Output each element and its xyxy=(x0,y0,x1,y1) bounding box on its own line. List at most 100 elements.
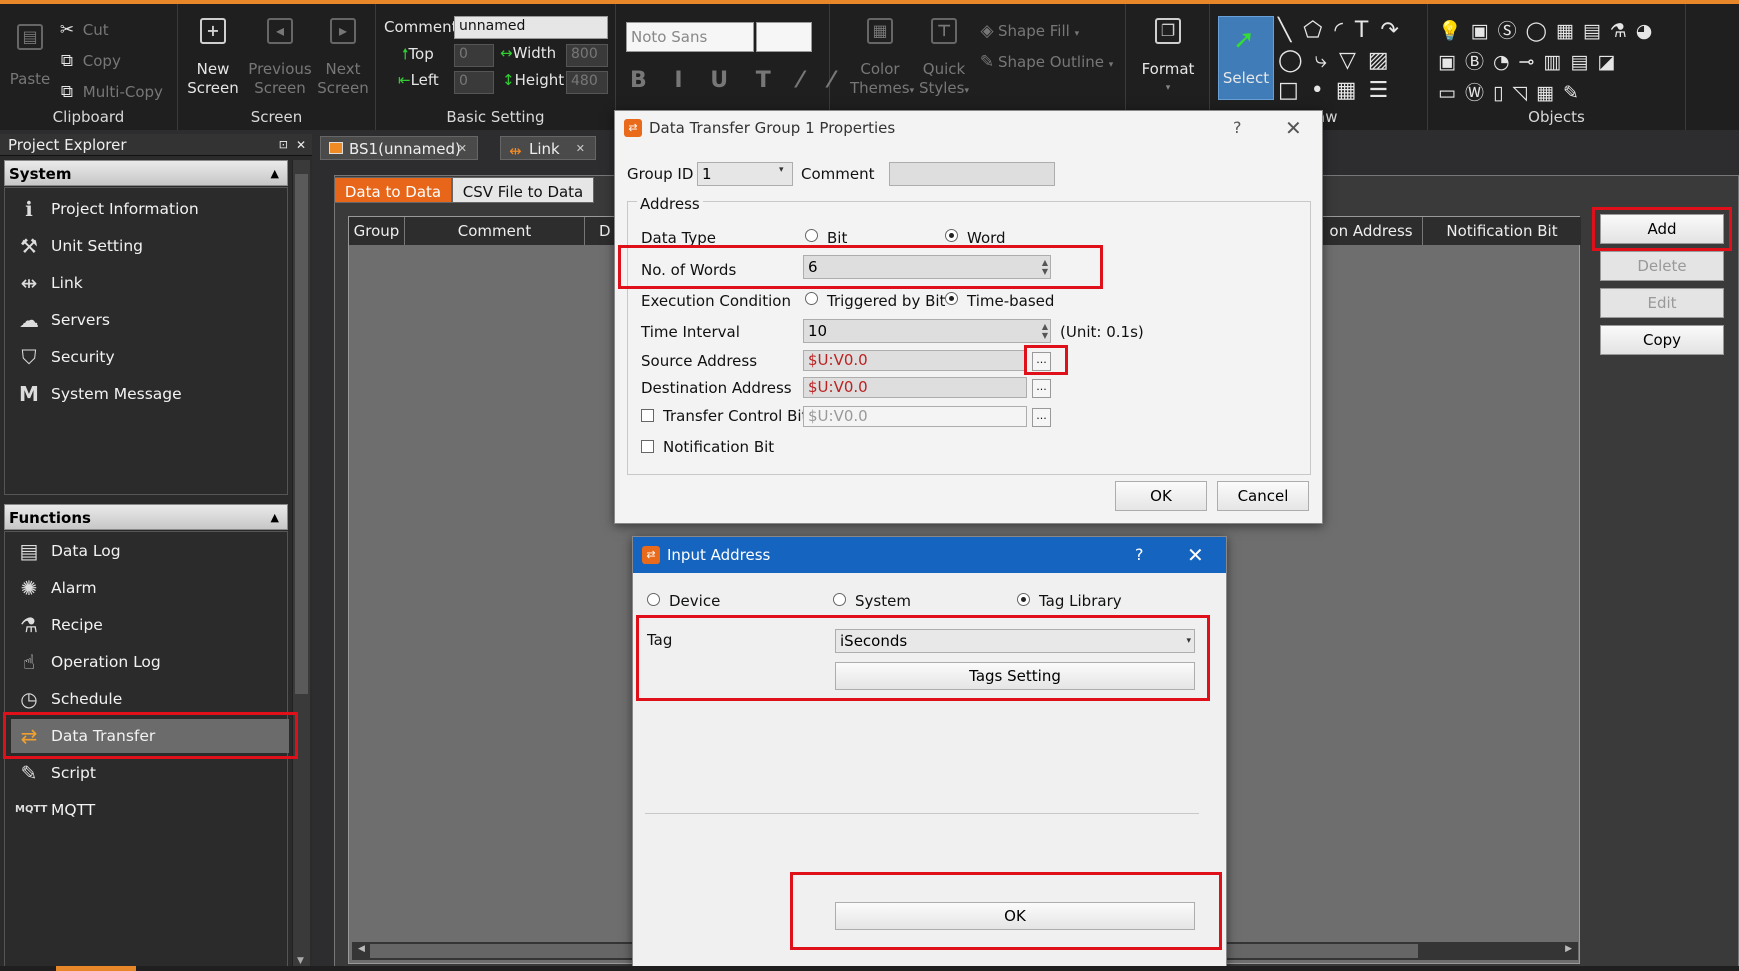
cut-button[interactable]: ✂ Cut xyxy=(56,20,109,40)
help-button[interactable]: ? xyxy=(1233,111,1242,145)
device-radio[interactable] xyxy=(647,593,660,606)
close-icon[interactable]: ✕ xyxy=(1285,111,1302,145)
explorer-item-script[interactable]: ✎ Script xyxy=(11,756,289,790)
spinner-arrows-icon[interactable]: ▲ ▼ xyxy=(1042,322,1048,340)
data-log-icon: ▤ xyxy=(19,539,39,563)
width-input[interactable]: 800 xyxy=(566,44,608,67)
explorer-item-unit-setting[interactable]: ⚒ Unit Setting xyxy=(11,229,289,263)
explorer-item-alarm[interactable]: ✺ Alarm xyxy=(11,571,289,605)
explorer-item-servers[interactable]: ☁ Servers xyxy=(11,303,289,337)
address-label: Address xyxy=(637,195,703,213)
explorer-item-project-information[interactable]: ℹ Project Information xyxy=(11,192,289,226)
previous-screen-button[interactable]: ◂ Previous Screen xyxy=(248,18,312,98)
no-of-words-spinner[interactable]: 6 ▲ ▼ xyxy=(803,255,1051,279)
destination-address-field[interactable]: $U:V0.0 xyxy=(803,377,1027,398)
left-input[interactable]: 0 xyxy=(454,71,494,94)
alarm-icon: ✺ xyxy=(20,576,38,600)
tag-library-radio[interactable] xyxy=(1017,593,1030,606)
delete-button[interactable]: Delete xyxy=(1600,251,1724,281)
explorer-item-link[interactable]: ⇹ Link xyxy=(11,266,289,300)
time-based-radio[interactable] xyxy=(945,292,958,305)
transfer-control-bit-checkbox[interactable] xyxy=(641,409,654,422)
close-icon[interactable]: ✕ xyxy=(576,137,585,161)
transfer-control-bit-field[interactable]: $U:V0.0 xyxy=(803,406,1027,427)
transfer-control-bit-browse-button[interactable]: ... xyxy=(1032,408,1051,427)
paint-bucket-icon: ◈ xyxy=(980,21,994,41)
explorer-item-label: Schedule xyxy=(51,690,123,708)
screen-comment-input[interactable]: unnamed xyxy=(454,16,608,39)
source-address-browse-button[interactable]: ... xyxy=(1032,352,1051,371)
tag-select[interactable]: iSeconds ▾ xyxy=(835,629,1195,653)
triggered-by-bit-label: Triggered by Bit xyxy=(827,292,946,310)
spinner-arrows-icon[interactable]: ▲ ▼ xyxy=(1042,258,1048,276)
data-type-word-radio[interactable] xyxy=(945,229,958,242)
shield-icon: ⛉ xyxy=(21,345,37,369)
close-icon[interactable]: ✕ xyxy=(458,137,467,161)
source-address-field[interactable]: $U:V0.0 xyxy=(803,350,1027,371)
input-address-title: Input Address xyxy=(667,546,771,564)
triggered-by-bit-radio[interactable] xyxy=(805,292,818,305)
properties-cancel-button[interactable]: Cancel xyxy=(1217,481,1309,511)
height-input[interactable]: 480 xyxy=(566,71,608,94)
multi-copy-button[interactable]: ⧉ Multi-Copy xyxy=(56,82,163,102)
group-comment-input[interactable] xyxy=(889,162,1055,186)
properties-ok-button[interactable]: OK xyxy=(1115,481,1207,511)
system-radio[interactable] xyxy=(833,593,846,606)
data-type-bit-radio[interactable] xyxy=(805,229,818,242)
column-header-group[interactable]: Group xyxy=(349,217,405,245)
font-style-buttons[interactable]: B I U T ⁄ ⁄ xyxy=(630,68,843,93)
destination-address-browse-button[interactable]: ... xyxy=(1032,379,1051,398)
explorer-item-recipe[interactable]: ⚗ Recipe xyxy=(11,608,289,642)
close-icon[interactable]: ✕ xyxy=(1187,537,1204,573)
font-size-select[interactable] xyxy=(756,22,812,52)
close-icon[interactable]: ✕ xyxy=(296,134,306,156)
top-input[interactable]: 0 xyxy=(454,44,494,67)
edit-button[interactable]: Edit xyxy=(1600,288,1724,318)
select-button[interactable]: ➚ Select xyxy=(1218,16,1274,100)
draw-row-1: ╲⬠◜T↷ xyxy=(1278,18,1411,43)
system-section-header[interactable]: System ▲ xyxy=(4,160,288,186)
format-button[interactable]: ❐ Format ▾ xyxy=(1136,18,1200,98)
tags-setting-button[interactable]: Tags Setting xyxy=(835,662,1195,690)
column-header-destination-address[interactable]: on Address xyxy=(1319,217,1423,245)
new-screen-button[interactable]: + New Screen xyxy=(186,18,240,98)
scroll-down-icon[interactable]: ▼ xyxy=(297,956,304,966)
scroll-right-icon[interactable]: ▶ xyxy=(1565,944,1572,954)
notification-bit-checkbox[interactable] xyxy=(641,440,654,453)
quick-styles-button[interactable]: ⊤ Quick Styles▾ xyxy=(914,18,974,101)
column-header-notification-bit[interactable]: Notification Bit xyxy=(1423,217,1581,245)
input-address-dialog: ⇄ Input Address ? ✕ Device System Tag Li… xyxy=(632,536,1227,971)
copy-group-button[interactable]: Copy xyxy=(1600,325,1724,355)
explorer-item-mqtt[interactable]: MQTT MQTT xyxy=(11,793,289,827)
tab-csv-file-to-data[interactable]: CSV File to Data xyxy=(452,177,594,203)
color-themes-button[interactable]: ▦ Color Themes▾ xyxy=(850,18,914,101)
tab-link[interactable]: ⇹ Link ✕ xyxy=(500,136,596,160)
draw-tools[interactable]: ╲⬠◜T↷ ◯⤷▽▨ □•▦☰ xyxy=(1278,16,1411,106)
next-screen-button[interactable]: ▸ Next Screen xyxy=(316,18,370,98)
scroll-left-icon[interactable]: ◀ xyxy=(358,944,365,954)
tab-data-to-data[interactable]: Data to Data xyxy=(334,177,452,203)
explorer-item-system-message[interactable]: M System Message xyxy=(11,377,289,411)
cut-label: Cut xyxy=(82,21,109,39)
explorer-scrollbar[interactable]: ▼ xyxy=(292,160,310,968)
shape-fill-button[interactable]: ◈ Shape Fill ▾ xyxy=(976,21,1079,41)
font-family-select[interactable]: Noto Sans xyxy=(626,22,754,52)
time-interval-spinner[interactable]: 10 ▲ ▼ xyxy=(803,319,1051,343)
scrollbar-thumb[interactable] xyxy=(295,174,308,694)
pin-icon[interactable]: ⊡ xyxy=(279,134,288,156)
column-header-comment[interactable]: Comment xyxy=(405,217,585,245)
functions-section-header[interactable]: Functions ▲ xyxy=(4,504,288,530)
explorer-item-data-transfer[interactable]: ⇄ Data Transfer xyxy=(11,719,289,753)
explorer-item-security[interactable]: ⛉ Security xyxy=(11,340,289,374)
explorer-item-schedule[interactable]: ◷ Schedule xyxy=(11,682,289,716)
shape-outline-button[interactable]: ✎ Shape Outline ▾ xyxy=(976,52,1113,72)
object-tools[interactable]: 💡▣Ⓢ◯▦▤⚗◕ ▣Ⓑ◔⊸▥▤◪ ▭Ⓦ▯◹▦✎ xyxy=(1438,16,1661,109)
paste-button[interactable]: ▤ Paste xyxy=(8,24,52,89)
help-button[interactable]: ? xyxy=(1135,537,1144,573)
explorer-item-data-log[interactable]: ▤ Data Log xyxy=(11,534,289,568)
add-button[interactable]: Add xyxy=(1600,214,1724,244)
input-address-ok-button[interactable]: OK xyxy=(835,902,1195,930)
explorer-item-operation-log[interactable]: ☝ Operation Log xyxy=(11,645,289,679)
tab-bs1[interactable]: BS1(unnamed) ✕ xyxy=(320,136,478,160)
copy-button[interactable]: ⧉ Copy xyxy=(56,51,121,71)
